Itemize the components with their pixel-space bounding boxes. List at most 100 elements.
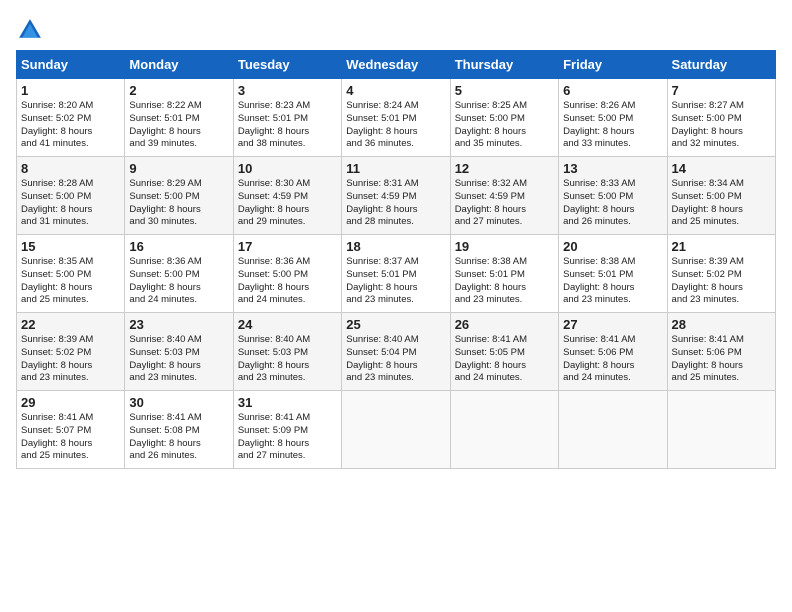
day-number: 16 <box>129 239 228 254</box>
day-number: 18 <box>346 239 445 254</box>
cell-info: Sunrise: 8:40 AMSunset: 5:03 PMDaylight:… <box>238 334 337 385</box>
cell-info: Sunrise: 8:41 AMSunset: 5:08 PMDaylight:… <box>129 412 228 463</box>
cell-info: Sunrise: 8:32 AMSunset: 4:59 PMDaylight:… <box>455 178 554 229</box>
calendar-cell: 30 Sunrise: 8:41 AMSunset: 5:08 PMDayligh… <box>125 391 233 469</box>
calendar-cell: 22 Sunrise: 8:39 AMSunset: 5:02 PMDayligh… <box>17 313 125 391</box>
day-number: 3 <box>238 83 337 98</box>
week-row-2: 8Sunrise: 8:28 AMSunset: 5:00 PMDaylight… <box>17 157 776 235</box>
calendar-body: 1 Sunrise: 8:20 AMSunset: 5:02 PMDaylight… <box>17 79 776 469</box>
cell-info: Sunrise: 8:37 AMSunset: 5:01 PMDaylight:… <box>346 256 445 307</box>
cell-info: Sunrise: 8:40 AMSunset: 5:03 PMDaylight:… <box>129 334 228 385</box>
weekday-saturday: Saturday <box>667 51 775 79</box>
weekday-header: SundayMondayTuesdayWednesdayThursdayFrid… <box>17 51 776 79</box>
calendar-cell: 13Sunrise: 8:33 AMSunset: 5:00 PMDayligh… <box>559 157 667 235</box>
calendar-cell: 17Sunrise: 8:36 AMSunset: 5:00 PMDayligh… <box>233 235 341 313</box>
day-number: 17 <box>238 239 337 254</box>
calendar-cell: 9 Sunrise: 8:29 AMSunset: 5:00 PMDaylight… <box>125 157 233 235</box>
calendar-table: SundayMondayTuesdayWednesdayThursdayFrid… <box>16 50 776 469</box>
day-number: 6 <box>563 83 662 98</box>
day-number: 27 <box>563 317 662 332</box>
day-number: 10 <box>238 161 337 176</box>
day-number: 9 <box>129 161 228 176</box>
cell-info: Sunrise: 8:41 AMSunset: 5:07 PMDaylight:… <box>21 412 120 463</box>
calendar-cell: 19 Sunrise: 8:38 AMSunset: 5:01 PMDayligh… <box>450 235 558 313</box>
calendar-cell: 14 Sunrise: 8:34 AMSunset: 5:00 PMDayligh… <box>667 157 775 235</box>
day-number: 2 <box>129 83 228 98</box>
logo-icon <box>16 16 44 44</box>
day-number: 25 <box>346 317 445 332</box>
weekday-thursday: Thursday <box>450 51 558 79</box>
day-number: 14 <box>672 161 771 176</box>
day-number: 22 <box>21 317 120 332</box>
calendar-cell: 25 Sunrise: 8:40 AMSunset: 5:04 PMDayligh… <box>342 313 450 391</box>
day-number: 30 <box>129 395 228 410</box>
calendar-cell: 31Sunrise: 8:41 AMSunset: 5:09 PMDayligh… <box>233 391 341 469</box>
calendar-cell: 1 Sunrise: 8:20 AMSunset: 5:02 PMDaylight… <box>17 79 125 157</box>
calendar-cell: 21Sunrise: 8:39 AMSunset: 5:02 PMDayligh… <box>667 235 775 313</box>
day-number: 23 <box>129 317 228 332</box>
calendar-cell: 6Sunrise: 8:26 AMSunset: 5:00 PMDaylight… <box>559 79 667 157</box>
calendar-cell: 7 Sunrise: 8:27 AMSunset: 5:00 PMDaylight… <box>667 79 775 157</box>
page-container: SundayMondayTuesdayWednesdayThursdayFrid… <box>0 0 792 477</box>
calendar-cell: 3 Sunrise: 8:23 AMSunset: 5:01 PMDaylight… <box>233 79 341 157</box>
cell-info: Sunrise: 8:41 AMSunset: 5:06 PMDaylight:… <box>563 334 662 385</box>
week-row-5: 29 Sunrise: 8:41 AMSunset: 5:07 PMDayligh… <box>17 391 776 469</box>
calendar-cell: 8Sunrise: 8:28 AMSunset: 5:00 PMDaylight… <box>17 157 125 235</box>
day-number: 5 <box>455 83 554 98</box>
cell-info: Sunrise: 8:27 AMSunset: 5:00 PMDaylight:… <box>672 100 771 151</box>
calendar-cell: 23 Sunrise: 8:40 AMSunset: 5:03 PMDayligh… <box>125 313 233 391</box>
logo <box>16 16 48 44</box>
calendar-cell <box>342 391 450 469</box>
calendar-cell: 15 Sunrise: 8:35 AMSunset: 5:00 PMDayligh… <box>17 235 125 313</box>
calendar-cell: 18 Sunrise: 8:37 AMSunset: 5:01 PMDayligh… <box>342 235 450 313</box>
week-row-4: 22 Sunrise: 8:39 AMSunset: 5:02 PMDayligh… <box>17 313 776 391</box>
cell-info: Sunrise: 8:36 AMSunset: 5:00 PMDaylight:… <box>129 256 228 307</box>
calendar-cell: 4 Sunrise: 8:24 AMSunset: 5:01 PMDaylight… <box>342 79 450 157</box>
cell-info: Sunrise: 8:38 AMSunset: 5:01 PMDaylight:… <box>563 256 662 307</box>
day-number: 19 <box>455 239 554 254</box>
day-number: 28 <box>672 317 771 332</box>
header <box>16 16 776 44</box>
day-number: 15 <box>21 239 120 254</box>
cell-info: Sunrise: 8:29 AMSunset: 5:00 PMDaylight:… <box>129 178 228 229</box>
day-number: 21 <box>672 239 771 254</box>
day-number: 11 <box>346 161 445 176</box>
calendar-cell: 27 Sunrise: 8:41 AMSunset: 5:06 PMDayligh… <box>559 313 667 391</box>
cell-info: Sunrise: 8:34 AMSunset: 5:00 PMDaylight:… <box>672 178 771 229</box>
day-number: 12 <box>455 161 554 176</box>
cell-info: Sunrise: 8:20 AMSunset: 5:02 PMDaylight:… <box>21 100 120 151</box>
cell-info: Sunrise: 8:39 AMSunset: 5:02 PMDaylight:… <box>21 334 120 385</box>
calendar-cell: 24 Sunrise: 8:40 AMSunset: 5:03 PMDayligh… <box>233 313 341 391</box>
calendar-cell <box>559 391 667 469</box>
cell-info: Sunrise: 8:28 AMSunset: 5:00 PMDaylight:… <box>21 178 120 229</box>
day-number: 31 <box>238 395 337 410</box>
cell-info: Sunrise: 8:41 AMSunset: 5:06 PMDaylight:… <box>672 334 771 385</box>
cell-info: Sunrise: 8:35 AMSunset: 5:00 PMDaylight:… <box>21 256 120 307</box>
day-number: 7 <box>672 83 771 98</box>
calendar-cell: 20Sunrise: 8:38 AMSunset: 5:01 PMDayligh… <box>559 235 667 313</box>
weekday-sunday: Sunday <box>17 51 125 79</box>
calendar-cell: 10 Sunrise: 8:30 AMSunset: 4:59 PMDayligh… <box>233 157 341 235</box>
calendar-cell: 5 Sunrise: 8:25 AMSunset: 5:00 PMDaylight… <box>450 79 558 157</box>
cell-info: Sunrise: 8:38 AMSunset: 5:01 PMDaylight:… <box>455 256 554 307</box>
calendar-cell <box>450 391 558 469</box>
calendar-cell: 16 Sunrise: 8:36 AMSunset: 5:00 PMDayligh… <box>125 235 233 313</box>
cell-info: Sunrise: 8:22 AMSunset: 5:01 PMDaylight:… <box>129 100 228 151</box>
week-row-1: 1 Sunrise: 8:20 AMSunset: 5:02 PMDaylight… <box>17 79 776 157</box>
cell-info: Sunrise: 8:23 AMSunset: 5:01 PMDaylight:… <box>238 100 337 151</box>
cell-info: Sunrise: 8:31 AMSunset: 4:59 PMDaylight:… <box>346 178 445 229</box>
weekday-tuesday: Tuesday <box>233 51 341 79</box>
day-number: 1 <box>21 83 120 98</box>
calendar-cell: 12 Sunrise: 8:32 AMSunset: 4:59 PMDayligh… <box>450 157 558 235</box>
calendar-cell: 26Sunrise: 8:41 AMSunset: 5:05 PMDayligh… <box>450 313 558 391</box>
week-row-3: 15 Sunrise: 8:35 AMSunset: 5:00 PMDayligh… <box>17 235 776 313</box>
cell-info: Sunrise: 8:25 AMSunset: 5:00 PMDaylight:… <box>455 100 554 151</box>
cell-info: Sunrise: 8:40 AMSunset: 5:04 PMDaylight:… <box>346 334 445 385</box>
cell-info: Sunrise: 8:24 AMSunset: 5:01 PMDaylight:… <box>346 100 445 151</box>
day-number: 24 <box>238 317 337 332</box>
day-number: 26 <box>455 317 554 332</box>
day-number: 29 <box>21 395 120 410</box>
day-number: 4 <box>346 83 445 98</box>
cell-info: Sunrise: 8:30 AMSunset: 4:59 PMDaylight:… <box>238 178 337 229</box>
calendar-cell: 2 Sunrise: 8:22 AMSunset: 5:01 PMDaylight… <box>125 79 233 157</box>
